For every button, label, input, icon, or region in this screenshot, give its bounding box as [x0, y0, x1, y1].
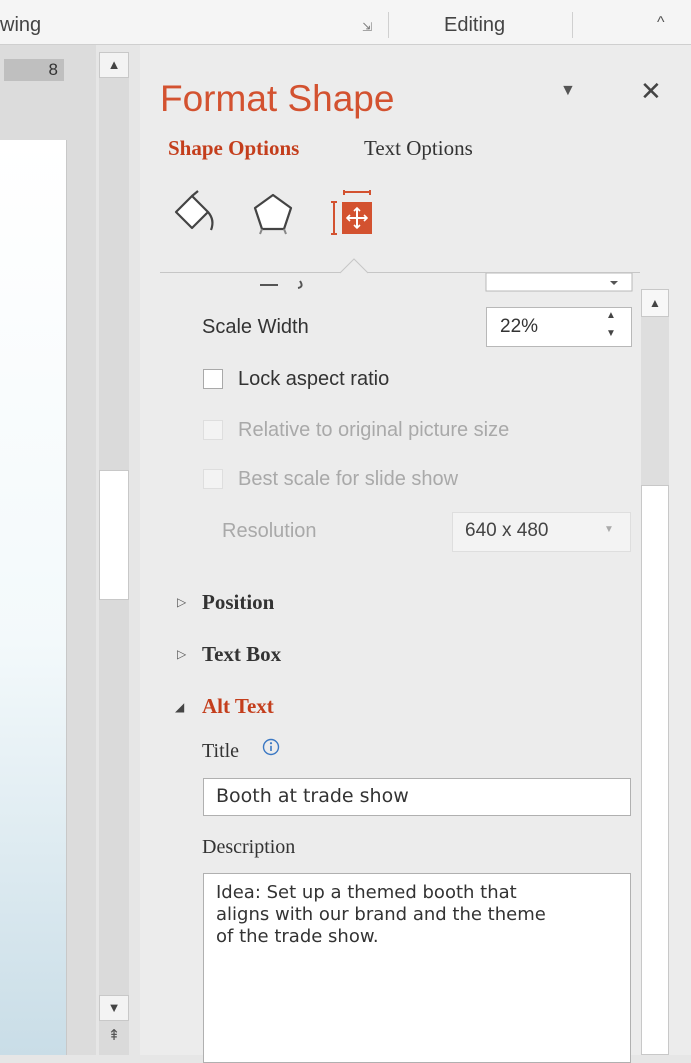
section-alt-text[interactable]: Alt Text [202, 694, 274, 719]
scroll-up-icon[interactable]: ▲ [99, 52, 129, 78]
scroll-up-icon[interactable]: ▲ [641, 289, 669, 317]
lock-aspect-label[interactable]: Lock aspect ratio [238, 368, 389, 391]
scale-width-label: Scale Width [202, 316, 309, 338]
tab-shape-options[interactable]: Shape Options [168, 136, 299, 161]
alt-description-input[interactable]: Idea: Set up a themed booth that aligns … [203, 873, 631, 1063]
alt-title-label: Title [202, 740, 240, 762]
info-icon[interactable] [262, 738, 280, 756]
size-properties-icon[interactable] [330, 190, 374, 238]
effects-icon[interactable] [250, 190, 296, 236]
drawing-group-label: wing [0, 14, 42, 36]
collapse-ribbon-icon[interactable]: ^ [657, 14, 665, 32]
lock-aspect-checkbox[interactable] [203, 369, 223, 389]
best-scale-label: Best scale for slide show [238, 468, 459, 490]
fill-line-icon[interactable] [168, 190, 218, 236]
pane-options-icon[interactable]: ▼ [560, 82, 576, 100]
spin-up-icon[interactable]: ▲ [606, 310, 616, 321]
resolution-value: 640 x 480 [465, 520, 549, 541]
ribbon-separator [572, 12, 573, 38]
resolution-label: Resolution [222, 520, 317, 542]
close-icon[interactable]: ✕ [640, 76, 662, 107]
ribbon-strip [0, 0, 691, 45]
relative-size-label: Relative to original picture size [238, 419, 510, 441]
scroll-down-icon[interactable]: ▼ [99, 995, 129, 1021]
chevron-down-icon: ▼ [604, 524, 614, 535]
best-scale-checkbox [203, 469, 223, 489]
scale-width-value[interactable]: 22% [500, 316, 538, 338]
slide-scroll-thumb[interactable] [99, 470, 129, 600]
alt-title-input[interactable]: Booth at trade show [203, 778, 631, 816]
pane-title: Format Shape [160, 78, 395, 119]
collapse-arrow-icon[interactable]: ◢ [175, 700, 184, 714]
ribbon-separator [388, 12, 389, 38]
pane-scroll-thumb[interactable] [641, 485, 669, 1055]
expand-arrow-icon[interactable]: ▷ [177, 647, 186, 661]
slide-canvas[interactable] [0, 140, 67, 1055]
section-text-box[interactable]: Text Box [202, 642, 281, 667]
scrolled-partial-row [260, 273, 633, 292]
editing-group-label[interactable]: Editing [444, 14, 505, 37]
slide-number-badge: 8 [4, 59, 64, 81]
dialog-launcher-icon[interactable]: ⇲ [362, 20, 376, 34]
section-position[interactable]: Position [202, 590, 274, 615]
relative-size-checkbox [203, 420, 223, 440]
alt-description-label: Description [202, 836, 296, 858]
expand-arrow-icon[interactable]: ▷ [177, 595, 186, 609]
spin-down-icon[interactable]: ▼ [606, 328, 616, 339]
tab-text-options[interactable]: Text Options [364, 136, 473, 161]
previous-slide-icon[interactable]: ⇞ [99, 1026, 129, 1050]
selected-tab-pointer [340, 258, 368, 274]
